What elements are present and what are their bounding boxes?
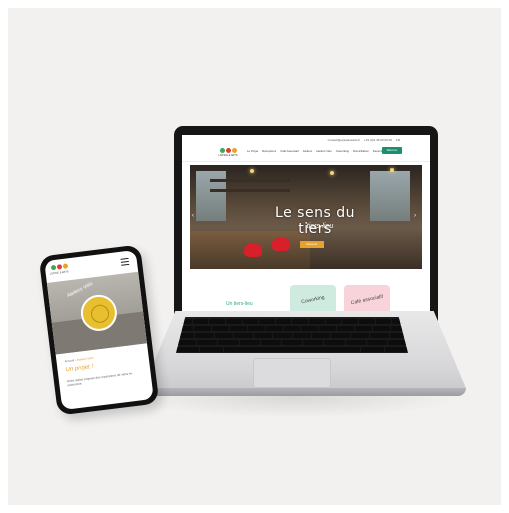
laptop-keyboard (176, 317, 408, 353)
nav-item[interactable]: Café Associatif (280, 149, 299, 153)
key-row (176, 347, 408, 352)
phone-heading: Un projet ! (65, 364, 94, 374)
card-label: Café associatif (350, 293, 384, 307)
laptop-screen: contact@epicedesarts.fr +33 (0)1 45 00 0… (182, 135, 430, 315)
topbar-lang[interactable]: FR (396, 138, 400, 142)
hero-subtitle: tiers-lieu (306, 223, 334, 230)
nav-item[interactable]: Réceptions (262, 149, 276, 153)
phone-screen: L'ÉPICE & ARTS Ateliers Vélo Accueil › A… (44, 249, 154, 411)
phone-logo[interactable] (50, 263, 69, 271)
nav-item[interactable]: Ateliers (303, 149, 312, 153)
site-topbar: contact@epicedesarts.fr +33 (0)1 45 00 0… (182, 135, 430, 145)
hero-lamp (250, 169, 254, 173)
nav-item[interactable]: Ateliers Vélo (316, 149, 332, 153)
hamburger-icon[interactable] (120, 257, 130, 268)
smartphone: L'ÉPICE & ARTS Ateliers Vélo Accueil › A… (38, 244, 160, 416)
logo-dot-red (226, 148, 231, 153)
site-navigation: L'ÉPICE & ARTS Le Projet Réceptions Café… (182, 145, 430, 162)
badge-ring (89, 303, 111, 324)
red-chair (244, 243, 262, 257)
key-row (176, 333, 408, 338)
card-label: Coworking (300, 294, 326, 306)
phone-logo-text: L'ÉPICE & ARTS (49, 270, 69, 276)
breadcrumb: Accueil › Ateliers Vélo (64, 355, 94, 364)
hero-image: ‹ › Le sens du tiers tiers-lieu Découvri… (190, 165, 422, 269)
chevron-right-icon[interactable]: › (414, 213, 420, 219)
hero-lamp (330, 171, 334, 175)
breadcrumb-current: Ateliers Vélo (76, 355, 94, 362)
nav-item[interactable]: Le Projet (247, 149, 258, 153)
logo-dot-orange (62, 263, 69, 269)
key-row (176, 326, 408, 331)
phone-hero-image: Ateliers Vélo (46, 271, 147, 355)
logo-dot-green (220, 148, 225, 153)
red-chair (272, 237, 290, 251)
reserve-button[interactable]: Réserver (382, 147, 402, 154)
hero-shelf (210, 189, 290, 192)
nav-item[interactable]: Domiciliation (353, 149, 369, 153)
background: contact@epicedesarts.fr +33 (0)1 45 00 0… (8, 8, 501, 505)
laptop-trackpad (253, 358, 331, 388)
cafe-card[interactable]: Café associatif (344, 285, 390, 315)
laptop-base-edge (143, 388, 466, 396)
nav-menu: Le Projet Réceptions Café Associatif Ate… (247, 149, 395, 153)
hero-title: Le sens du tiers (275, 205, 355, 237)
logo-dot-red (56, 264, 63, 270)
topbar-phone[interactable]: +33 (0)1 45 00 00 00 (364, 138, 392, 142)
hero-lamp (390, 168, 394, 172)
site-logo[interactable] (220, 148, 237, 153)
hero-button[interactable]: Découvrir (300, 241, 324, 248)
logo-text: L'ÉPICE & ARTS (218, 154, 238, 157)
breadcrumb-home[interactable]: Accueil (64, 358, 74, 363)
hero-window (370, 171, 410, 221)
chevron-left-icon[interactable]: ‹ (192, 213, 198, 219)
key-row (176, 319, 408, 324)
key-row (176, 340, 408, 345)
logo-dot-orange (232, 148, 237, 153)
nav-item[interactable]: Coworking (336, 149, 349, 153)
hero-shelf (210, 179, 290, 182)
coworking-card[interactable]: Coworking (290, 285, 336, 315)
section-heading: Un tiers-lieu (226, 301, 253, 307)
phone-paragraph: Notre atelier propose des réparations de… (66, 371, 133, 388)
topbar-email[interactable]: contact@epicedesarts.fr (328, 138, 360, 142)
logo-dot-green (50, 264, 57, 271)
